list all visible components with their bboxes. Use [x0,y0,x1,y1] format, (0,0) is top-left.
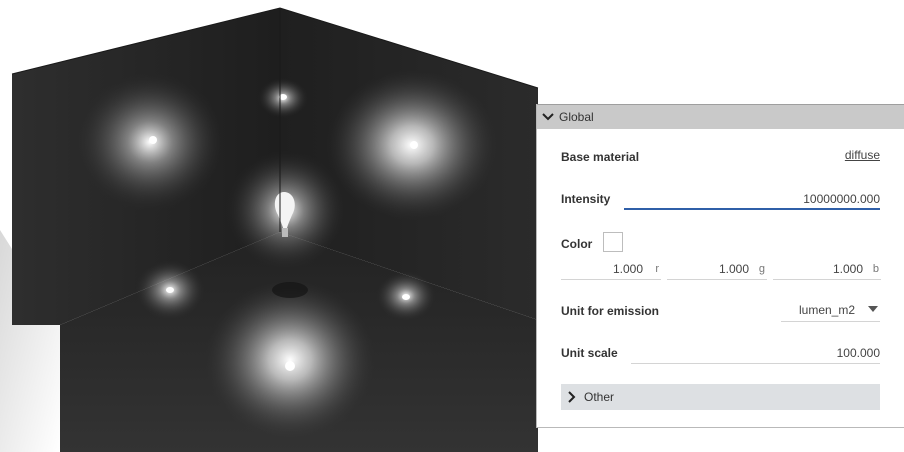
unit-scale-input[interactable]: 100.000 [631,342,880,364]
color-r-input[interactable]: 1.000 r [561,260,661,280]
other-section-header[interactable]: Other [561,384,880,410]
color-g-channel: g [758,263,765,275]
color-row: Color 1.000 r 1.000 g 1.000 b [561,232,881,292]
intensity-input[interactable]: 10000000.000 [624,188,880,210]
color-b-value: 1.000 [832,262,863,276]
unit-emission-row: Unit for emission lumen_m2 [561,298,880,326]
global-section-header[interactable]: Global [537,104,904,129]
unit-emission-value: lumen_m2 [799,303,856,317]
color-r-channel: r [655,263,659,275]
color-swatch[interactable] [603,232,623,252]
unit-emission-label: Unit for emission [561,304,660,318]
color-g-input[interactable]: 1.000 g [667,260,767,280]
base-material-link[interactable]: diffuse [845,148,880,162]
color-label: Color [561,237,593,251]
chevron-down-icon [868,306,878,312]
chevron-right-icon [565,390,579,404]
unit-scale-row: Unit scale 100.000 [561,342,880,368]
color-r-value: 1.000 [612,262,643,276]
chevron-down-icon [541,110,555,124]
color-b-channel: b [872,263,879,275]
base-material-row: Base material diffuse [561,148,880,170]
global-section-title: Global [559,110,594,124]
intensity-row: Intensity 10000000.000 [561,188,880,218]
other-section-title: Other [584,390,615,404]
unit-emission-select[interactable]: lumen_m2 [781,298,880,322]
color-g-value: 1.000 [718,262,749,276]
color-b-input[interactable]: 1.000 b [773,260,881,280]
properties-panel: Global Base material diffuse Intensity 1… [536,104,904,428]
unit-scale-label: Unit scale [561,346,618,360]
intensity-label: Intensity [561,192,611,206]
base-material-label: Base material [561,150,640,164]
